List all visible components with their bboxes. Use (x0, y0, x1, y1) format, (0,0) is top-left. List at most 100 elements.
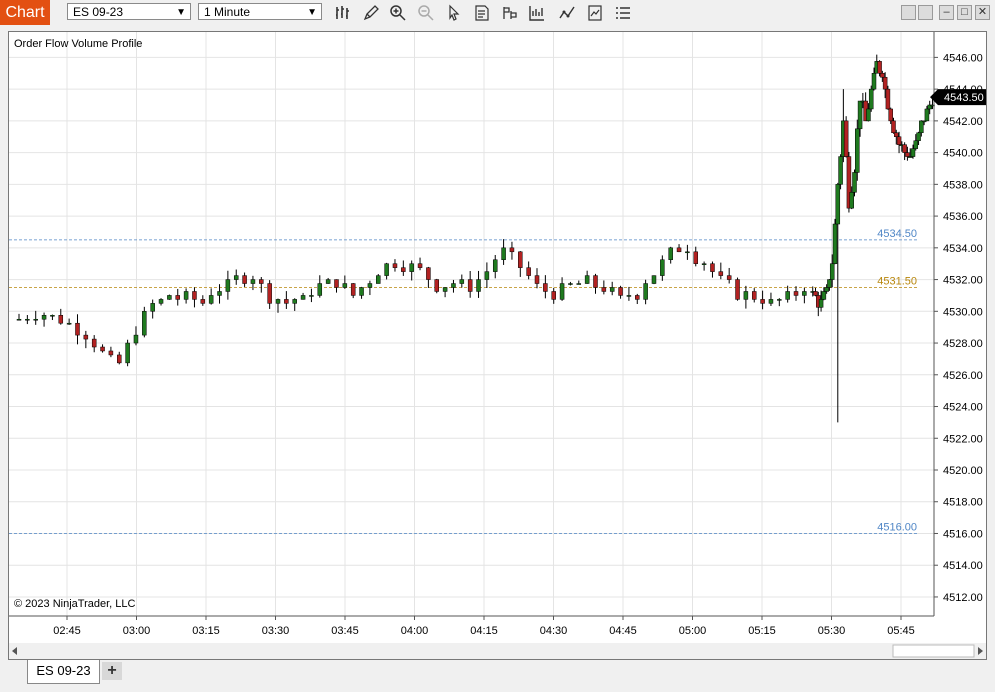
candle-down (593, 275, 598, 288)
x-tick-label: 03:15 (192, 625, 220, 637)
candle-up (309, 295, 314, 297)
price-chart[interactable]: 4534.504531.504516.00 4546.004544.004542… (9, 32, 986, 659)
candle-up (275, 299, 281, 304)
horizontal-scrollbar[interactable] (9, 643, 986, 659)
chart-window-label: Chart (0, 0, 50, 25)
candle-up (492, 259, 498, 272)
candle-down (334, 279, 339, 288)
y-tick-label: 4538.00 (943, 179, 983, 191)
candle-down (891, 120, 896, 134)
data-box-icon[interactable] (471, 3, 493, 22)
candle-down (601, 287, 607, 292)
x-tick-label: 05:45 (887, 625, 915, 637)
candle-down (417, 263, 423, 268)
chart-toolbar: Chart ES 09-23 ▼ 1 Minute ▼ – □ ✕ (0, 0, 995, 25)
candle-up (821, 291, 827, 300)
candle-up (33, 318, 38, 321)
instrument-value: ES 09-23 (73, 5, 124, 19)
y-tick-label: 4514.00 (943, 560, 983, 572)
candle-up (916, 132, 921, 141)
candle-up (829, 263, 835, 280)
zoom-out-icon[interactable] (415, 3, 437, 22)
candle-up (827, 279, 832, 288)
candle-up (359, 287, 364, 296)
add-tab-button[interactable]: + (102, 662, 122, 680)
candle-down (117, 354, 122, 364)
candle-down (888, 108, 893, 122)
x-tick-label: 04:30 (540, 625, 568, 637)
candle-down (843, 120, 849, 157)
candle-down (534, 275, 540, 284)
candle-up (743, 291, 749, 300)
bar-type-icon[interactable] (332, 3, 354, 22)
candle-down (242, 275, 247, 284)
candle-up (668, 247, 673, 260)
chevron-down-icon: ▼ (307, 7, 317, 18)
candle-down (518, 251, 523, 268)
candle-up (919, 120, 924, 134)
window-tile-icon[interactable] (918, 5, 933, 20)
candle-up (584, 275, 590, 284)
x-tick-label: 03:00 (123, 625, 151, 637)
candle-down (192, 291, 197, 300)
window-restore-icon[interactable] (901, 5, 916, 20)
y-tick-label: 4536.00 (943, 211, 983, 223)
price-level-label: 4534.50 (877, 228, 917, 240)
tab-es-09-23[interactable]: ES 09-23 (27, 660, 100, 684)
x-tick-label: 05:30 (818, 625, 846, 637)
templates-icon[interactable] (584, 3, 606, 22)
maximize-icon[interactable]: □ (957, 5, 972, 20)
candle-up (568, 283, 573, 285)
indicators-icon[interactable] (526, 3, 548, 22)
candle-up (818, 299, 824, 308)
candle-up (142, 311, 147, 336)
candle-up (576, 283, 582, 285)
candle-up (835, 184, 841, 225)
candle-up (133, 334, 139, 344)
candle-up (317, 283, 323, 296)
candle-up (857, 100, 863, 130)
candle-down (100, 346, 105, 352)
candle-up (183, 291, 189, 300)
candle-down (793, 291, 799, 296)
candle-up (785, 291, 790, 300)
candle-down (693, 251, 699, 264)
candle-down (726, 275, 732, 280)
candle-up (824, 287, 829, 292)
zoom-in-icon[interactable] (387, 3, 409, 22)
candle-up (125, 342, 130, 364)
candle-up (701, 263, 707, 265)
pointer-icon[interactable] (443, 3, 465, 22)
y-tick-label: 4512.00 (943, 592, 983, 604)
minimize-icon[interactable]: – (939, 5, 954, 20)
drawing-pencil-icon[interactable] (360, 3, 382, 22)
y-tick-label: 4518.00 (943, 497, 983, 509)
strategies-icon[interactable] (556, 3, 578, 22)
close-icon[interactable]: ✕ (975, 5, 990, 20)
instrument-selector[interactable]: ES 09-23 ▼ (67, 3, 191, 20)
candle-down (267, 283, 272, 304)
candle-up (484, 271, 490, 280)
candle-down (83, 334, 89, 340)
candle-down (401, 267, 406, 272)
menu-list-icon[interactable] (612, 3, 634, 22)
candle-up (685, 251, 690, 254)
candle-down (710, 263, 715, 272)
candle-down (467, 279, 473, 292)
chart-panel[interactable]: 4534.504531.504516.00 4546.004544.004542… (8, 31, 987, 660)
interval-selector[interactable]: 1 Minute ▼ (198, 3, 322, 20)
y-tick-label: 4528.00 (943, 338, 983, 350)
candle-down (91, 338, 97, 348)
candle-down (200, 299, 206, 304)
candle-down (259, 279, 264, 284)
y-tick-label: 4540.00 (943, 148, 983, 160)
candle-up (66, 322, 72, 325)
candle-down (877, 61, 882, 74)
candle-down (676, 247, 682, 253)
candle-down (880, 73, 885, 78)
properties-icon[interactable] (499, 3, 521, 22)
candle-up (559, 283, 565, 300)
y-tick-label: 4524.00 (943, 402, 983, 414)
candle-down (75, 322, 80, 336)
candle-down (509, 247, 515, 253)
